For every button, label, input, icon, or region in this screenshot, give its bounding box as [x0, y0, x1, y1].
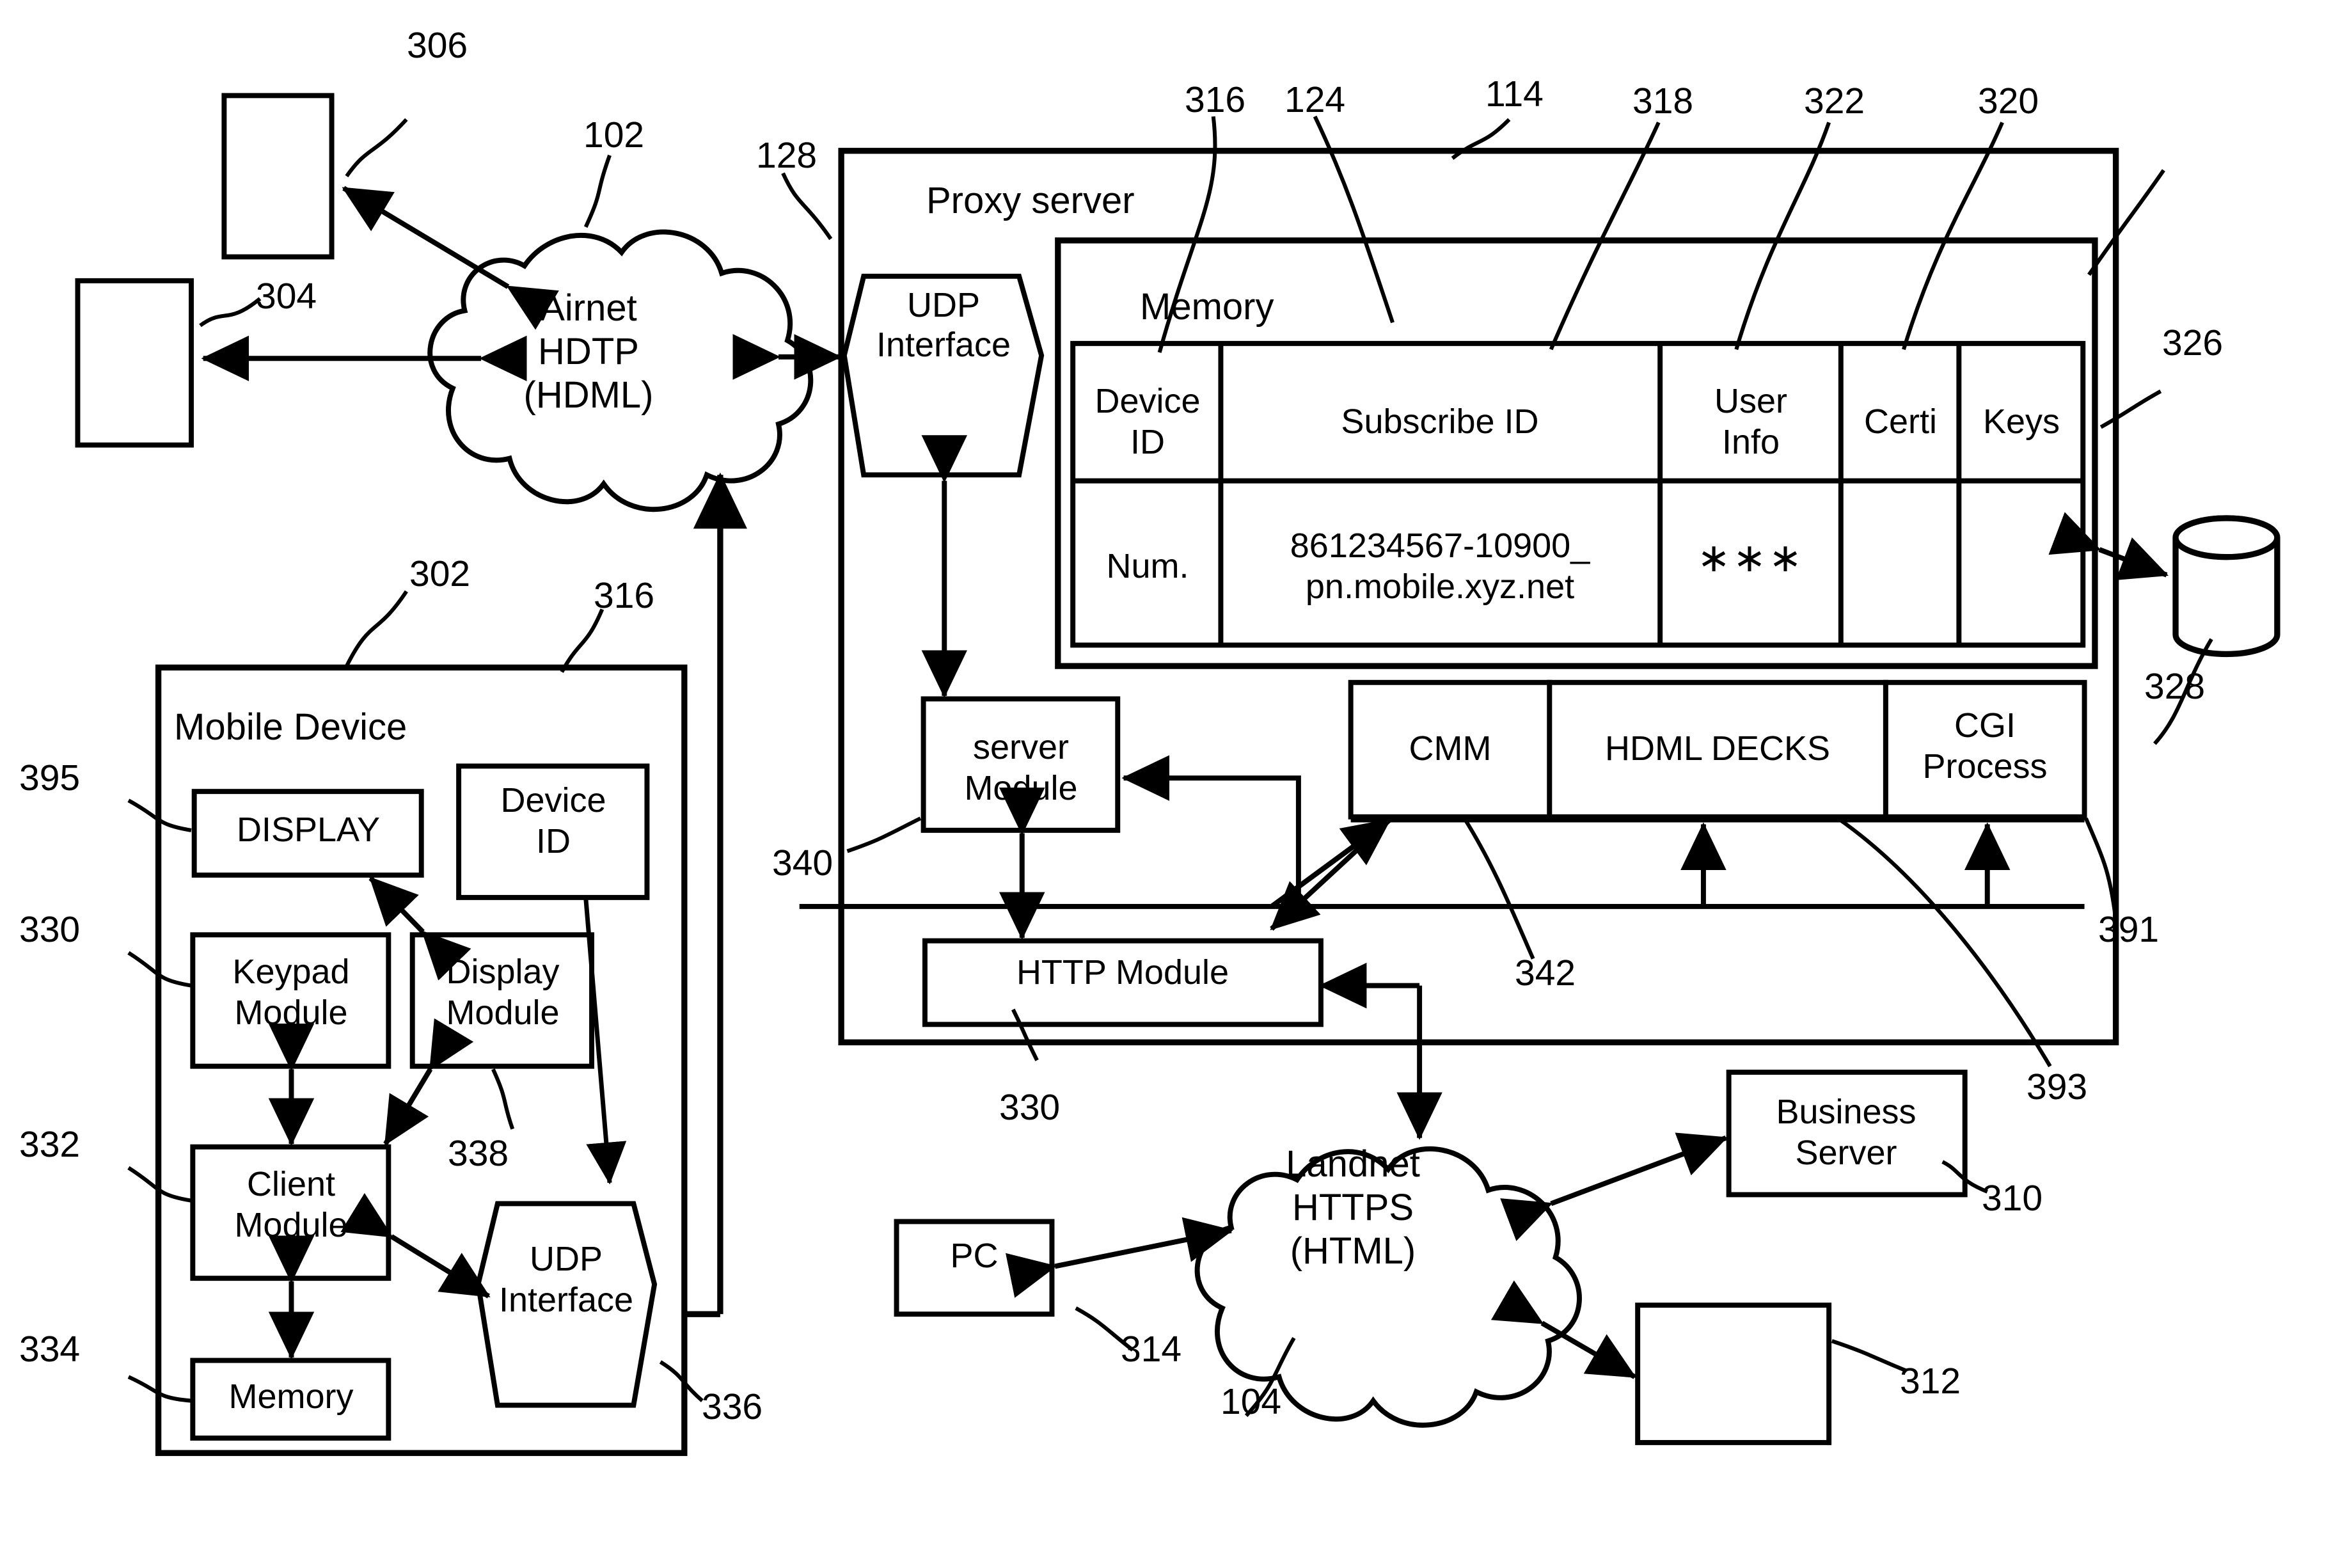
keypad-module-l1: Keypad: [232, 952, 350, 991]
device-id-l2: ID: [536, 821, 571, 860]
display-module-l1: Display: [446, 952, 560, 991]
client-module-l1: Client: [246, 1164, 336, 1203]
ref-302: 302: [409, 553, 471, 594]
th-subscribe-id: Subscribe ID: [1341, 402, 1539, 441]
patent-figure: 306 304 102 128 316 124 114 318 322 320 …: [0, 0, 2331, 1568]
landnet-label-1: Landnet: [1286, 1143, 1420, 1185]
th-device-id-l2: ID: [1130, 422, 1165, 461]
ref-316-mobile: 316: [594, 575, 655, 616]
pc-label: PC: [950, 1236, 999, 1275]
text-layer: 306 304 102 128 316 124 114 318 322 320 …: [0, 0, 2331, 1568]
ref-310: 310: [1982, 1178, 2043, 1219]
ref-114: 114: [1485, 74, 1544, 115]
device-id-l1: Device: [500, 780, 606, 820]
th-device-id-l1: Device: [1094, 381, 1201, 420]
ref-314: 314: [1121, 1329, 1182, 1370]
business-server-l2: Server: [1795, 1133, 1897, 1172]
cmm-label: CMM: [1409, 729, 1492, 768]
ref-395: 395: [19, 757, 81, 798]
ref-338: 338: [448, 1133, 509, 1174]
keypad-module-l2: Module: [234, 993, 348, 1032]
mobile-udp-l2: Interface: [498, 1280, 634, 1319]
ref-334: 334: [19, 1329, 81, 1370]
airnet-label-2: HDTP: [538, 330, 639, 372]
th-user-info-l1: User: [1714, 381, 1787, 420]
ref-312: 312: [1900, 1361, 1961, 1402]
hdml-decks-label: HDML DECKS: [1604, 729, 1831, 768]
client-module-l2: Module: [234, 1205, 348, 1244]
landnet-label-3: (HTML): [1290, 1230, 1416, 1272]
server-module-l2: Module: [964, 768, 1078, 807]
mobile-device-title: Mobile Device: [174, 706, 407, 748]
ref-342: 342: [1515, 953, 1576, 994]
business-server-l1: Business: [1776, 1092, 1916, 1131]
ref-340: 340: [772, 843, 834, 883]
td-user-info: ∗∗∗: [1697, 536, 1805, 581]
ref-328: 328: [2144, 666, 2206, 707]
ref-322: 322: [1804, 81, 1865, 122]
ref-124: 124: [1284, 79, 1346, 120]
ref-304: 304: [256, 276, 317, 317]
http-module-label: HTTP Module: [1016, 953, 1229, 992]
proxy-server-title: Proxy server: [926, 180, 1135, 221]
ref-104: 104: [1221, 1381, 1282, 1422]
td-subscribe-id-l1: 861234567-10900_: [1290, 526, 1590, 565]
ref-391: 391: [2098, 909, 2160, 950]
airnet-label-1: Airnet: [540, 287, 637, 329]
airnet-label-3: (HDML): [523, 374, 654, 416]
ref-320: 320: [1978, 81, 2039, 122]
td-device-id: Num.: [1106, 546, 1189, 585]
cgi-process-l1: CGI: [1954, 706, 2016, 745]
ref-306: 306: [407, 25, 468, 66]
proxy-memory-title: Memory: [1140, 286, 1274, 328]
mobile-udp-l1: UDP: [529, 1239, 603, 1278]
ref-316-proxy: 316: [1185, 79, 1246, 120]
th-keys: Keys: [1982, 402, 2060, 441]
th-certi: Certi: [1863, 402, 1937, 441]
cgi-process-l2: Process: [1922, 747, 2048, 786]
ref-102: 102: [583, 115, 645, 155]
display-label: DISPLAY: [236, 810, 381, 849]
mobile-memory-label: Memory: [228, 1377, 354, 1416]
td-subscribe-id-l2: pn.mobile.xyz.net: [1305, 567, 1575, 606]
ref-332: 332: [19, 1124, 81, 1165]
ref-330-http: 330: [999, 1087, 1061, 1128]
display-module-l2: Module: [446, 993, 560, 1032]
ref-128: 128: [756, 135, 818, 176]
ref-318: 318: [1632, 81, 1694, 122]
ref-330-keypad: 330: [19, 909, 81, 950]
ref-326: 326: [2162, 322, 2224, 363]
ref-393: 393: [2027, 1066, 2088, 1107]
proxy-udp-label-1: UDP: [906, 285, 980, 324]
th-user-info-l2: Info: [1721, 422, 1780, 461]
server-module-l1: server: [972, 727, 1070, 766]
landnet-label-2: HTTPS: [1292, 1186, 1414, 1228]
ref-336: 336: [702, 1386, 763, 1427]
proxy-udp-label-2: Interface: [876, 325, 1011, 364]
